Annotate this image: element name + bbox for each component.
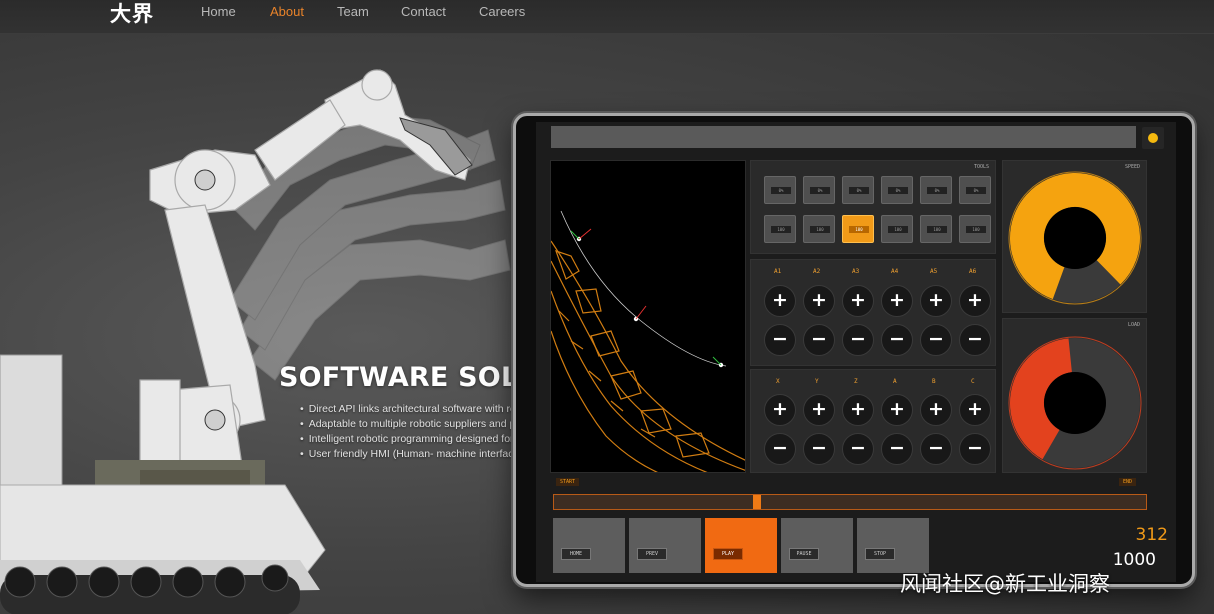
tool-button[interactable]: 0%	[959, 176, 991, 204]
status-light-icon	[1142, 127, 1164, 149]
progress-slider-thumb[interactable]	[752, 495, 761, 509]
nav-link-home[interactable]: Home	[201, 4, 236, 19]
robot-path-viewport[interactable]	[550, 160, 746, 473]
prev-button[interactable]: PREV	[629, 518, 701, 573]
toolpath-graphic	[551, 210, 745, 472]
play-button[interactable]: PLAY	[705, 518, 777, 573]
tool-button-selected[interactable]: 100	[842, 215, 874, 243]
axis-label: A6	[969, 268, 977, 275]
axis-label: C	[971, 378, 975, 385]
jog-plus-button[interactable]: +	[881, 394, 913, 426]
tool-button[interactable]: 0%	[842, 176, 874, 204]
tool-button[interactable]: 0%	[764, 176, 796, 204]
progress-slider[interactable]	[553, 494, 1147, 510]
jog-minus-button[interactable]: −	[764, 324, 796, 356]
robot-arm-illustration	[0, 69, 511, 614]
watermark-text: 风闻社区@新工业洞察	[900, 572, 1110, 596]
jog-plus-button[interactable]: +	[920, 394, 952, 426]
axis-label: A4	[891, 268, 899, 275]
linear-jog-panel: X Y Z A B C + + + + + + − − − − − −	[750, 369, 996, 473]
progress-start-label: START	[556, 478, 580, 486]
jog-minus-button[interactable]: −	[764, 433, 796, 465]
nav-link-about[interactable]: About	[270, 4, 304, 19]
nav-link-team[interactable]: Team	[337, 4, 369, 19]
top-navigation-bar: 大界 Home About Team Contact Careers	[0, 0, 1214, 34]
axis-label: A5	[930, 268, 938, 275]
site-logo[interactable]: 大界	[110, 0, 154, 28]
speed-gauge	[1008, 171, 1142, 305]
tool-selection-panel: TOOLS 0% 0% 0% 0% 0% 0% 100 100 100 100 …	[750, 160, 996, 254]
tool-button[interactable]: 100	[881, 215, 913, 243]
tool-button[interactable]: 100	[803, 215, 835, 243]
axis-label: Z	[854, 378, 858, 385]
jog-plus-button[interactable]: +	[803, 394, 835, 426]
pause-button[interactable]: PAUSE	[781, 518, 853, 573]
jog-minus-button[interactable]: −	[920, 324, 952, 356]
jog-minus-button[interactable]: −	[842, 433, 874, 465]
joint-jog-panel: A1 A2 A3 A4 A5 A6 + + + + + + − − − − − …	[750, 259, 996, 366]
jog-plus-button[interactable]: +	[959, 285, 991, 317]
home-button[interactable]: HOME	[553, 518, 625, 573]
hmi-screen: TOOLS 0% 0% 0% 0% 0% 0% 100 100 100 100 …	[536, 122, 1176, 582]
tablet-device: TOOLS 0% 0% 0% 0% 0% 0% 100 100 100 100 …	[513, 113, 1195, 587]
jog-minus-button[interactable]: −	[881, 433, 913, 465]
tool-button[interactable]: 0%	[920, 176, 952, 204]
jog-plus-button[interactable]: +	[842, 285, 874, 317]
tool-button[interactable]: 100	[959, 215, 991, 243]
axis-label: A	[893, 378, 897, 385]
axis-label: A1	[774, 268, 782, 275]
jog-plus-button[interactable]: +	[764, 285, 796, 317]
total-step-counter: 1000	[1112, 550, 1156, 570]
load-gauge-panel: LOAD	[1002, 318, 1147, 473]
stop-button[interactable]: STOP	[857, 518, 929, 573]
hmi-title-bar	[551, 126, 1136, 148]
jog-plus-button[interactable]: +	[959, 394, 991, 426]
axis-label: Y	[815, 378, 819, 385]
axis-label: B	[932, 378, 936, 385]
jog-minus-button[interactable]: −	[842, 324, 874, 356]
jog-plus-button[interactable]: +	[842, 394, 874, 426]
jog-minus-button[interactable]: −	[959, 433, 991, 465]
nav-link-careers[interactable]: Careers	[479, 4, 525, 19]
panel-tag: TOOLS	[973, 164, 989, 170]
jog-plus-button[interactable]: +	[764, 394, 796, 426]
tool-button[interactable]: 100	[764, 215, 796, 243]
jog-minus-button[interactable]: −	[803, 324, 835, 356]
progress-end-label: END	[1119, 478, 1137, 486]
load-gauge	[1008, 336, 1142, 470]
axis-label: A3	[852, 268, 860, 275]
jog-plus-button[interactable]: +	[803, 285, 835, 317]
jog-minus-button[interactable]: −	[920, 433, 952, 465]
jog-minus-button[interactable]: −	[959, 324, 991, 356]
tool-button[interactable]: 100	[920, 215, 952, 243]
speed-gauge-panel: SPEED	[1002, 160, 1147, 313]
jog-minus-button[interactable]: −	[881, 324, 913, 356]
jog-minus-button[interactable]: −	[803, 433, 835, 465]
jog-plus-button[interactable]: +	[881, 285, 913, 317]
jog-plus-button[interactable]: +	[920, 285, 952, 317]
nav-link-contact[interactable]: Contact	[401, 4, 446, 19]
tool-button[interactable]: 0%	[803, 176, 835, 204]
axis-label: X	[776, 378, 780, 385]
tool-button[interactable]: 0%	[881, 176, 913, 204]
axis-label: A2	[813, 268, 821, 275]
current-step-counter: 312	[1135, 525, 1168, 545]
